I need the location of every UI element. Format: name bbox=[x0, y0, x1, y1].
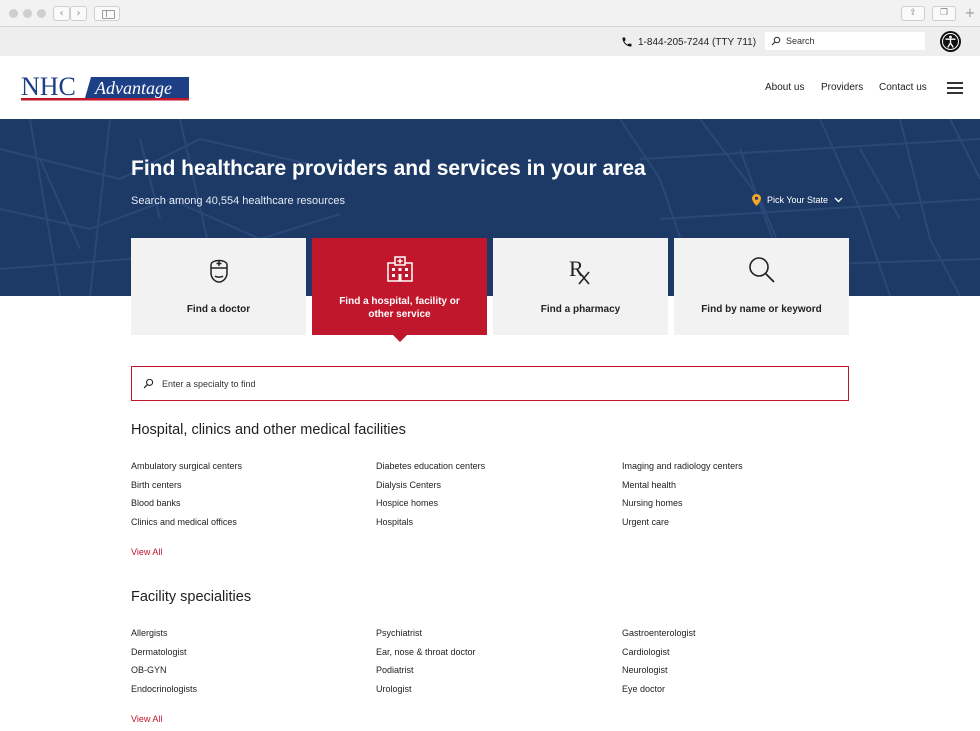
hospital-icon bbox=[387, 256, 413, 282]
facilities-column-3: Imaging and radiology centers Mental hea… bbox=[622, 461, 852, 535]
window-zoom-dot[interactable] bbox=[37, 9, 46, 18]
specialty-search-placeholder: Enter a specialty to find bbox=[162, 378, 256, 389]
search-icon bbox=[771, 36, 781, 46]
list-item[interactable]: Gastroenterologist bbox=[622, 628, 852, 647]
find-keyword-card[interactable]: Find by name or keyword bbox=[674, 238, 849, 335]
window-close-dot[interactable] bbox=[9, 9, 18, 18]
list-item[interactable]: Allergists bbox=[131, 628, 361, 647]
find-hospital-label: Find a hospital, facility or other servi… bbox=[339, 296, 460, 320]
specialty-search-input[interactable]: Enter a specialty to find bbox=[131, 366, 849, 401]
back-icon[interactable]: ‹ bbox=[53, 6, 70, 21]
state-picker[interactable]: Pick Your State bbox=[752, 194, 843, 206]
search-icon bbox=[749, 257, 775, 283]
phone-icon bbox=[622, 37, 632, 47]
list-item[interactable]: OB-GYN bbox=[131, 665, 361, 684]
nav-about-us[interactable]: About us bbox=[765, 82, 804, 93]
accessibility-figure-icon bbox=[945, 35, 956, 48]
list-item[interactable]: Dialysis Centers bbox=[376, 480, 606, 499]
list-item[interactable]: Ear, nose & throat doctor bbox=[376, 647, 606, 666]
tabs-icon[interactable]: ❐ bbox=[932, 6, 956, 21]
window-minimize-dot[interactable] bbox=[23, 9, 32, 18]
site-search-placeholder: Search bbox=[786, 36, 815, 46]
facilities-view-all-link[interactable]: View All bbox=[131, 547, 162, 557]
list-item[interactable]: Neurologist bbox=[622, 665, 852, 684]
find-keyword-label: Find by name or keyword bbox=[701, 304, 822, 315]
list-item[interactable]: Urologist bbox=[376, 684, 606, 703]
facilities-column-2: Diabetes education centers Dialysis Cent… bbox=[376, 461, 606, 535]
share-icon[interactable]: ⇪ bbox=[901, 6, 925, 21]
list-item[interactable]: Psychiatrist bbox=[376, 628, 606, 647]
logo-advantage-text: Advantage bbox=[94, 78, 172, 98]
forward-icon[interactable]: › bbox=[70, 6, 87, 21]
new-tab-icon[interactable]: + bbox=[962, 6, 978, 21]
list-item[interactable]: Imaging and radiology centers bbox=[622, 461, 852, 480]
facilities-column-1: Ambulatory surgical centers Birth center… bbox=[131, 461, 361, 535]
list-item[interactable]: Hospice homes bbox=[376, 498, 606, 517]
list-item[interactable]: Eye doctor bbox=[622, 684, 852, 703]
find-doctor-label: Find a doctor bbox=[186, 304, 251, 315]
list-item[interactable]: Blood banks bbox=[131, 498, 361, 517]
nav-providers[interactable]: Providers bbox=[821, 82, 863, 93]
list-item[interactable]: Hospitals bbox=[376, 517, 606, 536]
rx-icon: R bbox=[569, 256, 590, 285]
nhc-advantage-logo[interactable]: NHC Advantage bbox=[21, 74, 189, 102]
specialities-column-3: Gastroenterologist Cardiologist Neurolog… bbox=[622, 628, 852, 702]
hero-title: Find healthcare providers and services i… bbox=[131, 157, 646, 180]
list-item[interactable]: Mental health bbox=[622, 480, 852, 499]
find-pharmacy-card[interactable]: R Find a pharmacy bbox=[493, 238, 668, 335]
svg-text:R: R bbox=[569, 256, 584, 281]
list-item[interactable]: Ambulatory surgical centers bbox=[131, 461, 361, 480]
list-item[interactable]: Urgent care bbox=[622, 517, 852, 536]
state-picker-label: Pick Your State bbox=[767, 195, 829, 205]
chevron-down-icon bbox=[834, 197, 843, 203]
list-item[interactable]: Cardiologist bbox=[622, 647, 852, 666]
list-item[interactable]: Podiatrist bbox=[376, 665, 606, 684]
search-icon bbox=[143, 378, 154, 389]
utility-bar: 1-844-205-7244 (TTY 711) Search bbox=[0, 27, 980, 56]
sidebar-toggle-icon[interactable] bbox=[94, 6, 120, 21]
site-header: NHC Advantage About us Providers Contact… bbox=[0, 56, 980, 119]
site-search-input[interactable]: Search bbox=[765, 32, 925, 50]
logo-nhc-text: NHC bbox=[21, 74, 76, 101]
hero-subtitle: Search among 40,554 healthcare resources bbox=[131, 195, 346, 207]
menu-icon[interactable] bbox=[947, 82, 963, 94]
find-doctor-card[interactable]: Find a doctor bbox=[131, 238, 306, 335]
active-card-pointer bbox=[393, 335, 407, 342]
list-item[interactable]: Birth centers bbox=[131, 480, 361, 499]
find-pharmacy-label: Find a pharmacy bbox=[540, 304, 621, 315]
specialities-column-1: Allergists Dermatologist OB-GYN Endocrin… bbox=[131, 628, 361, 702]
doctor-icon bbox=[210, 259, 228, 283]
specialities-column-2: Psychiatrist Ear, nose & throat doctor P… bbox=[376, 628, 606, 702]
accessibility-icon[interactable] bbox=[940, 31, 961, 52]
phone-link[interactable]: 1-844-205-7244 (TTY 711) bbox=[621, 34, 756, 50]
section-title-facilities: Hospital, clinics and other medical faci… bbox=[131, 422, 406, 438]
list-item[interactable]: Endocrinologists bbox=[131, 684, 361, 703]
section-title-specialities: Facility specialities bbox=[131, 589, 252, 605]
list-item[interactable]: Dermatologist bbox=[131, 647, 361, 666]
nav-contact-us[interactable]: Contact us bbox=[879, 82, 927, 93]
list-item[interactable]: Nursing homes bbox=[622, 498, 852, 517]
list-item[interactable]: Diabetes education centers bbox=[376, 461, 606, 480]
find-hospital-card[interactable]: Find a hospital, facility or other servi… bbox=[312, 238, 487, 335]
specialities-view-all-link[interactable]: View All bbox=[131, 714, 162, 724]
browser-chrome: ‹ › ⇪ ❐ + bbox=[0, 0, 980, 27]
phone-number: 1-844-205-7244 (TTY 711) bbox=[638, 36, 757, 48]
location-pin-icon bbox=[752, 194, 761, 206]
list-item[interactable]: Clinics and medical offices bbox=[131, 517, 361, 536]
